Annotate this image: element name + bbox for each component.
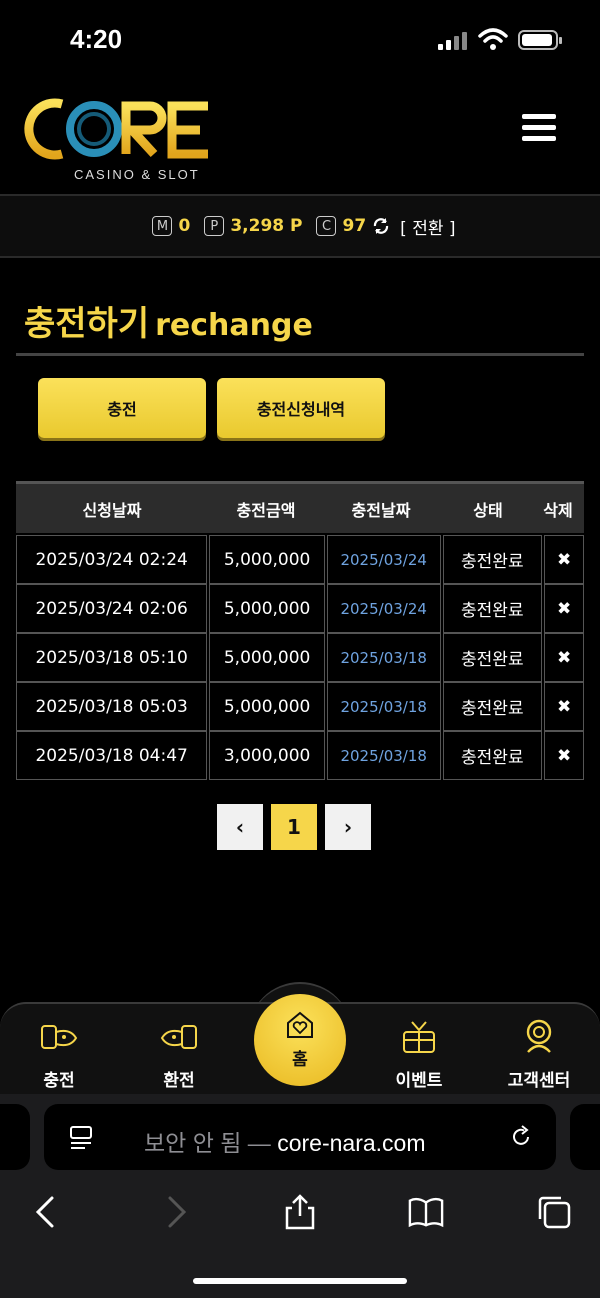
charge-icon <box>41 1025 78 1049</box>
delete-icon[interactable]: ✖ <box>544 584 584 633</box>
charge-history-table: 신청날짜 충전금액 충전날짜 상태 삭제 2025/03/24 02:24 5,… <box>16 481 584 780</box>
table-row: 2025/03/24 02:24 5,000,000 2025/03/24 충전… <box>16 535 584 584</box>
point-icon: P <box>204 216 225 236</box>
reload-icon[interactable] <box>508 1124 534 1150</box>
cell-status: 충전완료 <box>442 633 543 682</box>
browser-chrome: 보안 안 됨 — core-nara.com <box>0 1094 600 1298</box>
cell-requested: 2025/03/18 05:03 <box>16 682 208 731</box>
nav-charge-label: 충전 <box>43 1071 75 1091</box>
tabs-icon[interactable] <box>536 1194 572 1230</box>
back-icon[interactable] <box>28 1194 64 1230</box>
prev-page-button[interactable]: ‹ <box>217 804 263 850</box>
delete-icon[interactable]: ✖ <box>544 682 584 731</box>
nav-event[interactable]: 이벤트 <box>374 1018 464 1091</box>
header-delete: 삭제 <box>543 500 573 520</box>
gift-icon <box>403 1021 435 1053</box>
cell-requested: 2025/03/24 02:06 <box>16 584 208 633</box>
cell-date: 2025/03/18 <box>326 633 441 682</box>
table-row: 2025/03/18 04:47 3,000,000 2025/03/18 충전… <box>16 731 584 780</box>
charge-button[interactable]: 충전 <box>38 378 206 438</box>
battery-icon <box>518 30 562 50</box>
title-divider <box>16 353 584 356</box>
nav-home-label: 홈 <box>292 1049 308 1070</box>
delete-icon[interactable]: ✖ <box>544 535 584 584</box>
delete-icon[interactable]: ✖ <box>544 731 584 780</box>
nav-charge[interactable]: 충전 <box>14 1018 104 1091</box>
nav-support[interactable]: 고객센터 <box>494 1018 584 1091</box>
logo-subtitle: CASINO & SLOT <box>74 167 200 182</box>
cell-amount: 5,000,000 <box>209 584 325 633</box>
core-logo[interactable]: CASINO & SLOT <box>22 94 212 186</box>
page-title-ko: 충전하기 <box>24 304 150 344</box>
nav-exchange[interactable]: 환전 <box>134 1018 224 1091</box>
signal-icon <box>438 32 468 50</box>
page-title-en: rechange <box>155 308 313 343</box>
coupon-icon: C <box>316 216 337 236</box>
header-date: 충전날짜 <box>351 500 411 520</box>
logo-graphic <box>24 98 208 160</box>
pagination: ‹ 1 › <box>217 804 371 850</box>
url-text[interactable]: 보안 안 됨 — core-nara.com <box>144 1124 425 1158</box>
home-indicator <box>193 1278 407 1284</box>
exchange-icon <box>160 1025 197 1049</box>
balance-bar: M 0 P 3,298 P C 97 [ 전환 ] <box>0 194 600 258</box>
page-menu-icon[interactable] <box>68 1124 94 1150</box>
forward-icon[interactable] <box>158 1194 194 1230</box>
page-title: 충전하기 rechange <box>24 296 313 345</box>
cell-date: 2025/03/24 <box>326 535 441 584</box>
nav-support-label: 고객센터 <box>507 1071 571 1091</box>
next-page-button[interactable]: › <box>325 804 371 850</box>
security-warning: 보안 안 됨 — <box>144 1130 271 1156</box>
status-time: 4:20 <box>70 24 123 54</box>
cell-status: 충전완료 <box>442 682 543 731</box>
charge-history-button[interactable]: 충전신청내역 <box>217 378 385 438</box>
nav-exchange-label: 환전 <box>163 1071 195 1091</box>
money-balance: 0 <box>178 216 191 236</box>
hamburger-menu-icon[interactable] <box>522 114 556 144</box>
page-1-button[interactable]: 1 <box>271 804 317 850</box>
table-row: 2025/03/18 05:03 5,000,000 2025/03/18 충전… <box>16 682 584 731</box>
coupon-balance: 97 <box>342 216 367 236</box>
cell-status: 충전완료 <box>442 584 543 633</box>
nav-event-label: 이벤트 <box>395 1071 443 1091</box>
prev-tab-peek[interactable] <box>0 1104 30 1170</box>
table-header: 신청날짜 충전금액 충전날짜 상태 삭제 <box>16 481 584 533</box>
url-domain: core-nara.com <box>277 1130 426 1156</box>
cell-amount: 5,000,000 <box>209 535 325 584</box>
table-row: 2025/03/18 05:10 5,000,000 2025/03/18 충전… <box>16 633 584 682</box>
delete-icon[interactable]: ✖ <box>544 633 584 682</box>
header-requested: 신청날짜 <box>82 500 142 520</box>
header-status: 상태 <box>473 500 503 520</box>
convert-button[interactable]: [ 전환 ] <box>400 214 455 239</box>
headset-icon <box>526 1019 552 1053</box>
point-balance: 3,298 P <box>230 216 303 236</box>
cell-amount: 5,000,000 <box>209 682 325 731</box>
header-amount: 충전금액 <box>236 500 296 520</box>
table-row: 2025/03/24 02:06 5,000,000 2025/03/24 충전… <box>16 584 584 633</box>
share-icon[interactable] <box>282 1194 318 1230</box>
refresh-icon[interactable] <box>372 217 390 235</box>
cell-amount: 5,000,000 <box>209 633 325 682</box>
cell-requested: 2025/03/24 02:24 <box>16 535 208 584</box>
cell-date: 2025/03/18 <box>326 682 441 731</box>
cell-amount: 3,000,000 <box>209 731 325 780</box>
site-header: CASINO & SLOT <box>0 80 600 194</box>
cell-date: 2025/03/24 <box>326 584 441 633</box>
nav-home-button[interactable]: 홈 <box>254 994 346 1086</box>
wifi-icon <box>478 28 508 50</box>
cell-status: 충전완료 <box>442 535 543 584</box>
next-tab-peek[interactable] <box>570 1104 600 1170</box>
money-icon: M <box>152 216 173 236</box>
cell-date: 2025/03/18 <box>326 731 441 780</box>
cell-requested: 2025/03/18 04:47 <box>16 731 208 780</box>
address-bar[interactable]: 보안 안 됨 — core-nara.com <box>44 1104 556 1170</box>
home-heart-icon <box>287 1011 313 1038</box>
cell-requested: 2025/03/18 05:10 <box>16 633 208 682</box>
status-bar: 4:20 <box>0 0 600 80</box>
cell-status: 충전완료 <box>442 731 543 780</box>
bookmarks-icon[interactable] <box>408 1194 444 1230</box>
